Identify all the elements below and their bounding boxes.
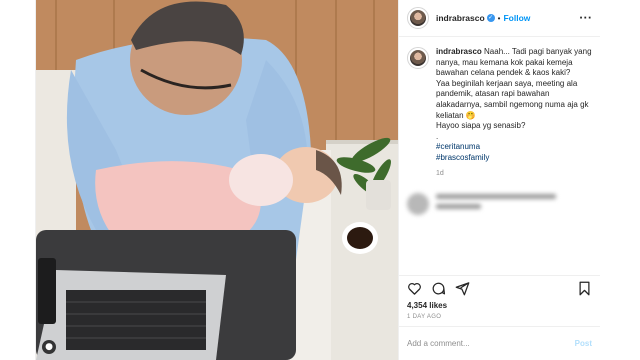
verified-icon: ✓ — [486, 14, 495, 22]
blurred-avatar — [407, 193, 429, 216]
comment-icon[interactable] — [431, 281, 446, 296]
post-photo[interactable]: ● — [36, 0, 398, 360]
caption-time: 1d — [436, 169, 444, 177]
comments-section: indrabrasco Naah... Tadi pagi banyak yan… — [399, 37, 600, 266]
instagram-post: ● indrabrasco ✓ • Follow ··· indrabrasco… — [35, 0, 600, 360]
post-comment-button[interactable]: Post — [575, 339, 592, 348]
blurred-comment-text — [436, 194, 556, 214]
add-comment-bar: Post — [399, 326, 600, 360]
action-icons — [407, 278, 592, 299]
share-icon[interactable] — [455, 281, 470, 296]
caption-line-1: indrabrasco Naah... Tadi pagi banyak yan… — [436, 47, 592, 79]
post-details-panel: indrabrasco ✓ • Follow ··· indrabrasco N… — [398, 0, 600, 360]
more-options-icon[interactable]: ··· — [579, 13, 592, 24]
post-date[interactable]: 1 DAY AGO — [407, 314, 592, 320]
caption-line-3: Hayoo siapa yg senasib? — [436, 121, 526, 131]
caption-line-4: . — [436, 131, 439, 141]
caption: indrabrasco Naah... Tadi pagi banyak yan… — [407, 47, 592, 179]
blurred-line — [436, 204, 481, 210]
avatar-image — [410, 10, 426, 26]
avatar[interactable] — [407, 7, 429, 29]
blurred-comment — [407, 193, 592, 216]
likes-count[interactable]: 4,354 likes — [407, 301, 592, 310]
caption-text: indrabrasco Naah... Tadi pagi banyak yan… — [436, 47, 592, 179]
caption-username[interactable]: indrabrasco — [436, 47, 482, 56]
header-username[interactable]: indrabrasco — [436, 13, 485, 23]
user-tag-icon[interactable]: ● — [42, 340, 56, 354]
post-header: indrabrasco ✓ • Follow ··· — [399, 0, 600, 37]
follow-button[interactable]: Follow — [503, 13, 530, 23]
heart-icon[interactable] — [407, 281, 422, 296]
caption-avatar[interactable] — [407, 47, 429, 69]
blurred-line — [436, 194, 556, 200]
avatar-image — [410, 50, 426, 66]
post-actions: 4,354 likes 1 DAY AGO — [399, 275, 600, 320]
comment-input[interactable] — [407, 339, 575, 348]
hashtag-ceritanuma[interactable]: #ceritanuma — [436, 142, 592, 153]
photo-illustration — [36, 0, 398, 360]
bookmark-icon[interactable] — [577, 281, 592, 296]
hashtag-brascosfamily[interactable]: #brascosfamily — [436, 153, 592, 164]
separator-dot: • — [497, 13, 501, 23]
caption-line-2: Yaa beginilah kerjaan saya, meeting ala … — [436, 78, 589, 120]
